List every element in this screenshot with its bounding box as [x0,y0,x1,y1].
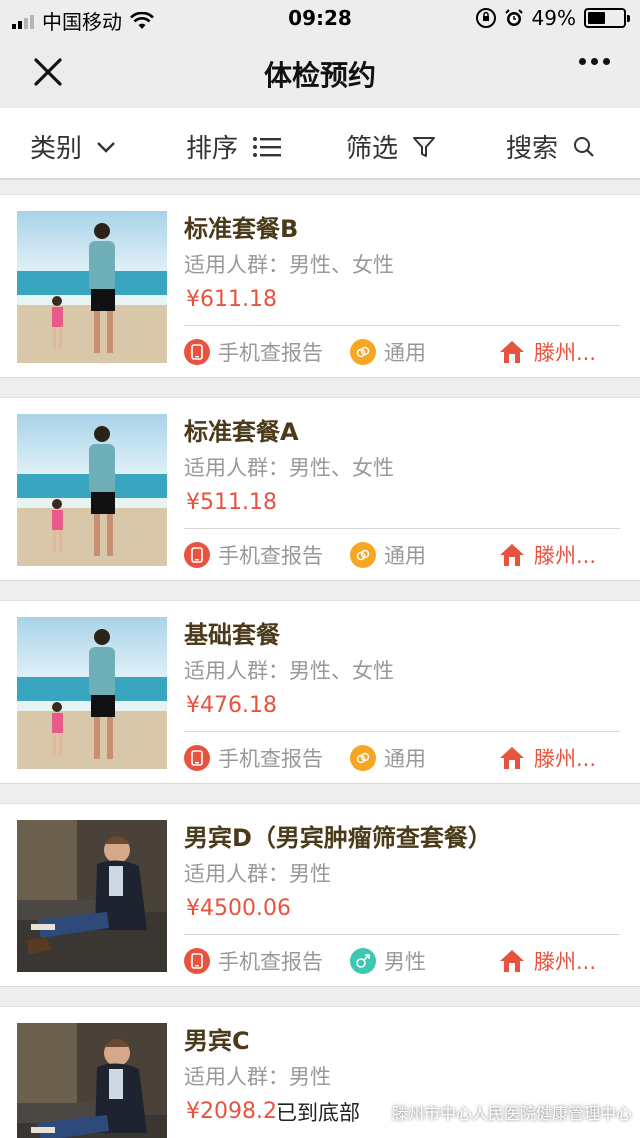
filter-sort[interactable]: 排序 [186,128,282,165]
gender-tag: 通用 [350,337,426,367]
more-button[interactable] [579,58,610,65]
battery-fill [588,12,605,24]
location-tag-label: 滕州... [534,950,597,974]
package-image [17,617,167,769]
list-icon [253,136,282,157]
gender-tag-label: 通用 [384,341,426,365]
gender-tag: 男性 [350,946,426,976]
package-image [17,1023,167,1138]
package-title: 男宾C [184,1027,250,1055]
watermark: 滕州市中心人民医院健康管理中心 [362,1100,632,1124]
package-audience: 适用人群：男性、女性 [184,253,394,277]
package-price: ¥611.18 [186,287,277,312]
location-tag: 滕州... [498,540,596,570]
more-dot [579,58,586,65]
package-image [17,820,167,972]
male-icon [350,948,376,974]
location-tag-label: 滕州... [534,341,597,365]
package-price: ¥2098.2 [186,1099,277,1124]
package-title: 标准套餐B [184,215,299,243]
status-bar: 中国移动 09:28 49% [0,0,640,36]
report-tag: 手机查报告 [184,743,323,773]
package-audience: 适用人群：男性 [184,862,331,886]
unisex-icon [350,745,376,771]
package-image [17,414,167,566]
unisex-icon [350,542,376,568]
package-audience: 适用人群：男性、女性 [184,659,394,683]
filter-category-label: 类别 [30,134,83,164]
status-right: 49% [475,6,630,30]
location-tag: 滕州... [498,743,596,773]
location-tag: 滕州... [498,337,596,367]
package-price: ¥476.18 [186,693,277,718]
phone-icon [184,948,210,974]
package-title: 标准套餐A [184,418,299,446]
package-image [17,211,167,363]
filter-bar: 类别 排序 筛选 搜索 [0,108,640,180]
more-dot [591,58,598,65]
watermark-text: 滕州市中心人民医院健康管理中心 [392,1104,633,1123]
rotation-lock-icon [475,8,496,28]
report-tag-label: 手机查报告 [218,341,323,365]
home-icon [500,747,524,769]
divider [184,934,620,935]
package-title: 基础套餐 [184,621,280,649]
battery-percent: 49% [531,6,576,30]
wechat-icon [362,1102,386,1121]
report-tag: 手机查报告 [184,946,323,976]
location-tag-label: 滕州... [534,747,597,771]
gender-tag-label: 男性 [384,950,426,974]
divider [184,528,620,529]
report-tag-label: 手机查报告 [218,950,323,974]
package-card[interactable]: 标准套餐B 适用人群：男性、女性 ¥611.18 手机查报告 通用 滕州... [0,194,640,378]
filter-sort-label: 排序 [186,134,239,164]
gender-tag: 通用 [350,540,426,570]
battery-icon [584,8,630,28]
package-card[interactable]: 男宾D（男宾肿瘤筛查套餐） 适用人群：男性 ¥4500.06 手机查报告 男性 … [0,803,640,987]
package-title: 男宾D（男宾肿瘤筛查套餐） [184,824,492,852]
home-icon [500,544,524,566]
search-icon [574,136,594,157]
package-price: ¥511.18 [186,490,277,515]
report-tag: 手机查报告 [184,337,323,367]
unisex-icon [350,339,376,365]
filter-search-label: 搜索 [506,134,559,164]
divider [184,731,620,732]
nav-bar: 体检预约 [0,36,640,108]
home-icon [500,950,524,972]
funnel-icon [413,136,436,157]
page-title: 体检预约 [263,59,376,92]
report-tag-label: 手机查报告 [218,544,323,568]
gender-tag: 通用 [350,743,426,773]
package-card[interactable]: 标准套餐A 适用人群：男性、女性 ¥511.18 手机查报告 通用 滕州... [0,397,640,581]
location-tag-label: 滕州... [534,544,597,568]
package-card[interactable]: 基础套餐 适用人群：男性、女性 ¥476.18 手机查报告 通用 滕州... [0,600,640,784]
package-price: ¥4500.06 [186,896,291,921]
filter-search[interactable]: 搜索 [506,128,596,165]
package-audience: 适用人群：男性、女性 [184,456,394,480]
filter-filter[interactable]: 筛选 [346,128,436,165]
end-of-list-text: 已到底部 [276,1101,360,1125]
phone-icon [184,745,210,771]
package-audience: 适用人群：男性 [184,1065,331,1089]
filter-filter-label: 筛选 [346,134,399,164]
chevron-down-icon [97,141,115,153]
home-icon [500,341,524,363]
gender-tag-label: 通用 [384,747,426,771]
divider [184,325,620,326]
more-dot [603,58,610,65]
location-tag: 滕州... [498,946,596,976]
gender-tag-label: 通用 [384,544,426,568]
alarm-icon [504,9,523,26]
filter-category[interactable]: 类别 [30,128,116,165]
report-tag: 手机查报告 [184,540,323,570]
report-tag-label: 手机查报告 [218,747,323,771]
phone-icon [184,339,210,365]
phone-icon [184,542,210,568]
